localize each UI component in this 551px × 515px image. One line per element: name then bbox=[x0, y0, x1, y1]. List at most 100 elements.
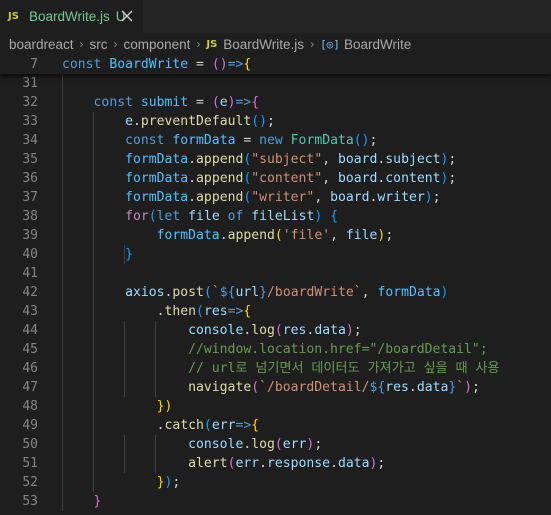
breadcrumb-item[interactable]: BoardWrite bbox=[344, 37, 411, 52]
breadcrumb-item[interactable]: src bbox=[90, 37, 108, 52]
chevron-right-icon: › bbox=[113, 37, 118, 51]
chevron-right-icon: › bbox=[79, 37, 84, 51]
code-token: . bbox=[156, 304, 165, 319]
code-token: } bbox=[156, 475, 165, 490]
code-token: fileList bbox=[251, 209, 315, 224]
code-line[interactable]: 47 navigate(`/boardDetail/${res.data}`); bbox=[0, 378, 551, 397]
code-text: e.preventDefault(); bbox=[62, 112, 275, 131]
code-token: ) bbox=[314, 209, 331, 224]
code-token: err bbox=[211, 418, 236, 433]
code-token: , bbox=[361, 285, 378, 300]
code-text: formData.append("subject", board.subject… bbox=[62, 150, 456, 169]
code-text: formData.append('file', file); bbox=[62, 226, 394, 245]
code-text: .then(res=>{ bbox=[62, 302, 252, 321]
code-line[interactable]: 45 //window.location.href="/boardDetail"… bbox=[0, 340, 551, 359]
code-token: , bbox=[322, 171, 338, 186]
code-token: // url로 넘기면서 데이터도 가져가고 싶을 때 사용 bbox=[188, 361, 500, 376]
code-token: writer bbox=[377, 190, 425, 205]
code-token: ; bbox=[353, 323, 362, 338]
code-line[interactable]: 35 formData.append("subject", board.subj… bbox=[0, 150, 551, 169]
code-token: ( bbox=[203, 285, 212, 300]
code-token: ( bbox=[274, 437, 283, 452]
code-line[interactable]: 44 console.log(res.data); bbox=[0, 321, 551, 340]
code-token: ( bbox=[203, 418, 212, 433]
code-line[interactable]: 43 .then(res=>{ bbox=[0, 302, 551, 321]
code-text: const BoardWrite = ()=>{ bbox=[62, 55, 251, 74]
breadcrumb-item[interactable]: BoardWrite.js bbox=[223, 37, 304, 52]
code-token: . bbox=[132, 114, 141, 129]
code-token: log bbox=[251, 323, 275, 338]
code-token: ; bbox=[172, 475, 181, 490]
line-number: 45 bbox=[22, 342, 38, 357]
code-line[interactable]: 37 formData.append("writer", board.write… bbox=[0, 188, 551, 207]
code-token: ) bbox=[424, 190, 433, 205]
code-line[interactable]: 40 } bbox=[0, 245, 551, 264]
code-token: ) bbox=[464, 380, 473, 395]
line-number: 32 bbox=[22, 95, 38, 110]
code-token: of bbox=[219, 209, 252, 224]
code-line[interactable]: 51 alert(err.response.data); bbox=[0, 454, 551, 473]
code-line[interactable]: 49 .catch(err=>{ bbox=[0, 416, 551, 435]
code-line[interactable]: 50 console.log(err); bbox=[0, 435, 551, 454]
code-token: ( bbox=[274, 323, 283, 338]
code-token: url bbox=[235, 285, 260, 300]
line-number: 36 bbox=[22, 171, 38, 186]
close-icon[interactable] bbox=[119, 8, 135, 24]
code-line[interactable]: 31 bbox=[0, 74, 551, 93]
chevron-right-icon: › bbox=[310, 37, 315, 51]
code-token: . bbox=[408, 380, 417, 395]
code-token: data bbox=[416, 380, 449, 395]
code-token: submit bbox=[140, 95, 189, 110]
code-line[interactable]: 53 } bbox=[0, 492, 551, 511]
code-token: } bbox=[93, 494, 102, 509]
code-line[interactable]: 52 }); bbox=[0, 473, 551, 492]
code-token: ; bbox=[472, 380, 480, 395]
code-line[interactable]: 41 bbox=[0, 264, 551, 283]
code-token: res bbox=[282, 323, 307, 338]
code-token: , bbox=[322, 152, 338, 167]
breadcrumb-item[interactable]: component bbox=[124, 37, 191, 52]
code-line[interactable]: 42 axios.post(`${url}/boardWrite`, formD… bbox=[0, 283, 551, 302]
code-token: () bbox=[211, 57, 228, 72]
code-token: file bbox=[188, 209, 220, 224]
code-line[interactable]: 39 formData.append('file', file); bbox=[0, 226, 551, 245]
line-number: 52 bbox=[22, 475, 38, 490]
code-line[interactable]: 33 e.preventDefault(); bbox=[0, 112, 551, 131]
code-token: FormData bbox=[290, 133, 354, 148]
tab-boardwrite[interactable]: JS BoardWrite.js U bbox=[0, 0, 143, 33]
line-number: 51 bbox=[22, 456, 38, 471]
breadcrumb-item[interactable]: boardreact bbox=[9, 37, 74, 52]
code-line[interactable]: 36 formData.append("content", board.cont… bbox=[0, 169, 551, 188]
code-token: ; bbox=[432, 190, 441, 205]
code-line[interactable]: 32 const submit = (e)=>{ bbox=[0, 93, 551, 112]
code-token: BoardWrite bbox=[109, 57, 189, 72]
code-token: ( bbox=[274, 228, 283, 243]
code-token: res bbox=[203, 304, 228, 319]
code-token: subject bbox=[385, 152, 441, 167]
code-token: . bbox=[219, 228, 228, 243]
code-line[interactable]: 48 }) bbox=[0, 397, 551, 416]
line-number: 46 bbox=[22, 361, 38, 376]
code-token: //window.location.href="/boardDetail"; bbox=[188, 342, 488, 357]
code-editor[interactable]: 31 32 const submit = (e)=>{33 e.preventDe… bbox=[0, 74, 551, 515]
code-token: . bbox=[188, 171, 197, 186]
line-number: 47 bbox=[22, 380, 38, 395]
code-token: ) bbox=[345, 323, 354, 338]
code-line[interactable]: 34 const formData = new FormData(); bbox=[0, 131, 551, 150]
code-line[interactable]: 46 // url로 넘기면서 데이터도 가져가고 싶을 때 사용 bbox=[0, 359, 551, 378]
code-token: ; bbox=[448, 171, 457, 186]
sticky-scroll-line[interactable]: 7 const BoardWrite = ()=>{ bbox=[0, 55, 551, 74]
code-line[interactable]: 38 for(let file of fileList) { bbox=[0, 207, 551, 226]
code-token: preventDefault bbox=[140, 114, 252, 129]
code-token: () bbox=[251, 114, 268, 129]
